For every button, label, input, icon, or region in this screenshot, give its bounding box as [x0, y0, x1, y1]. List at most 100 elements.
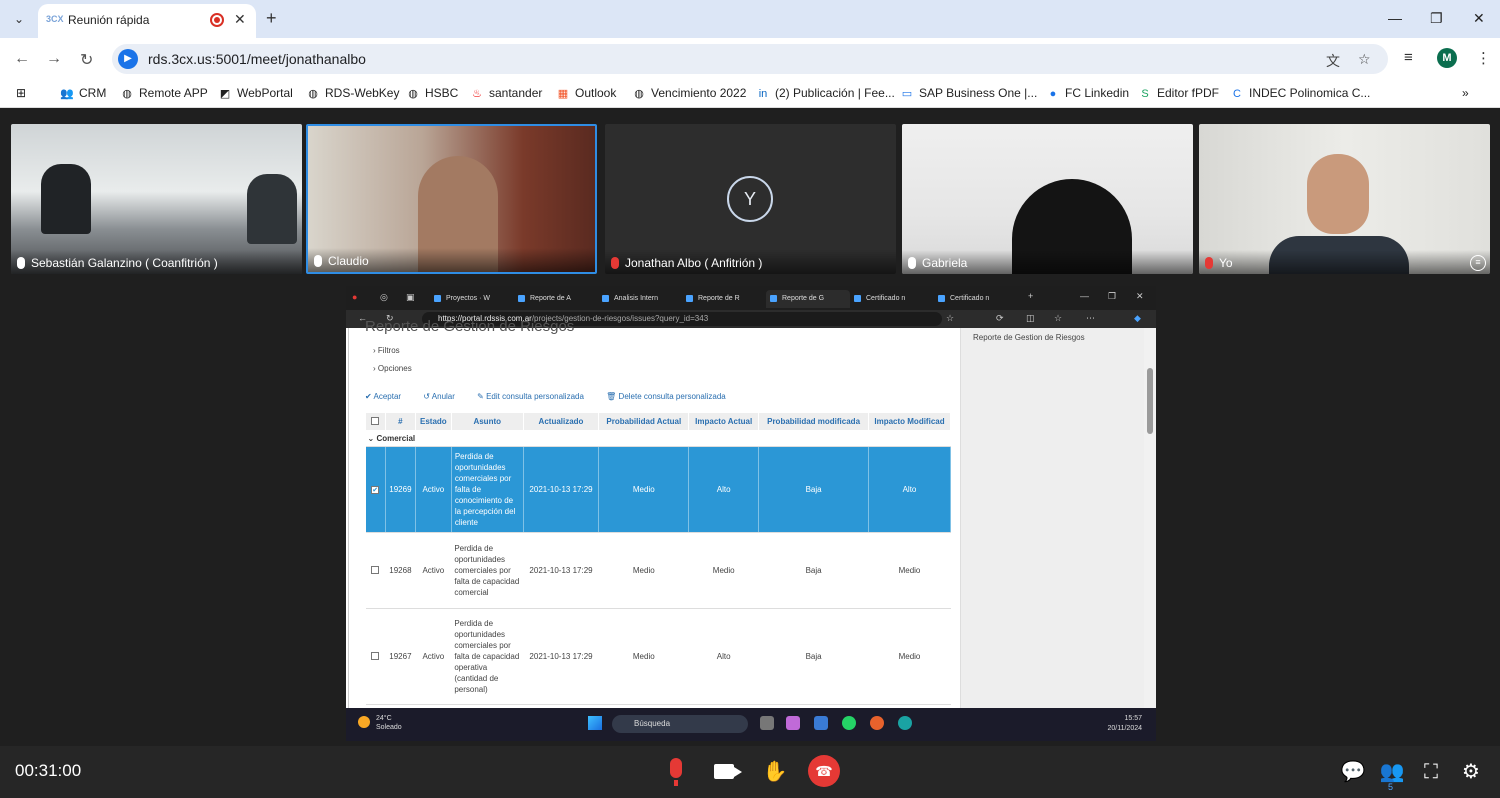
participant-tile-claudio[interactable]: Claudio [306, 124, 597, 274]
bookmark-editor-fpdf[interactable]: S Editor fPDF [1138, 86, 1219, 100]
row-checkbox: ✔ [365, 446, 386, 533]
close-window-icon[interactable]: ✕ [1473, 10, 1485, 27]
settings-gear-icon[interactable]: ⚙ [1456, 757, 1486, 787]
browser-tab-active[interactable]: 3CX Reunión rápida ✕ [38, 4, 256, 38]
webportal-icon: ◩ [219, 88, 231, 100]
close-tab-icon[interactable]: ✕ [234, 11, 246, 28]
participant-name: Sebastián Galanzino ( Coanfitrión ) [31, 256, 218, 270]
camera-site-icon[interactable]: ▶ [118, 49, 138, 69]
fullscreen-icon[interactable]: ⛶ [1416, 757, 1446, 787]
bookmark-hsbc[interactable]: ◍ HSBC [406, 86, 458, 100]
raise-hand-icon[interactable]: ✋ [760, 757, 790, 787]
globe-icon: ◍ [634, 88, 644, 100]
new-tab-icon[interactable]: + [266, 8, 277, 29]
issue-prob-actual: Medio [598, 532, 689, 609]
tab-actions-icon: ▣ [406, 292, 415, 302]
edge-tab: Certificado n [934, 290, 1018, 308]
copilot-icon: ◆ [1134, 313, 1141, 323]
meeting-controls: 00:31:00 ✋ ☎ 💬 👥 5 ⛶ ⚙ [0, 746, 1500, 798]
table-row: 19268 Activo Perdida de oportunidades co… [365, 532, 951, 609]
restore-icon[interactable]: ❐ [1430, 10, 1443, 27]
column-header: Probabilidad modificada [758, 412, 869, 431]
whatsapp-icon [842, 716, 856, 730]
tab-search-chevron-icon[interactable]: ⌄ [8, 8, 30, 30]
person-silhouette [41, 164, 91, 234]
bookmark-vencimiento[interactable]: ◍ Vencimiento 2022 [632, 86, 746, 100]
issue-impact-actual: Medio [688, 532, 759, 609]
workspaces-icon: ◎ [380, 292, 388, 302]
translate-icon[interactable]: 文 [1326, 51, 1340, 71]
mute-mic-icon[interactable] [670, 758, 682, 786]
table-header: # Estado Asunto Actualizado Probabilidad… [365, 412, 951, 431]
edge-profile-icon: ● [352, 292, 358, 302]
media-control-icon[interactable]: ≡ [1404, 49, 1413, 66]
apps-grid-icon[interactable]: ⊞ [16, 86, 26, 100]
scrollbar-thumb [1147, 368, 1153, 434]
indec-icon: C [1233, 88, 1241, 100]
camera-icon[interactable] [714, 764, 742, 779]
column-header: Impacto Actual [688, 412, 760, 431]
participant-tile-sebastian[interactable]: Sebastián Galanzino ( Coanfitrión ) [11, 124, 302, 274]
bookmark-rds-webkey[interactable]: ◍ RDS-WebKey [306, 86, 399, 100]
meeting-timer: 00:31:00 [15, 761, 82, 780]
edge-tab: Reporte de A [514, 290, 598, 308]
issue-prob-mod: Baja [758, 446, 869, 533]
bookmark-indec[interactable]: C INDEC Polinomica C... [1230, 86, 1370, 100]
options-toggle: › Opciones [373, 364, 412, 373]
taskview-icon [760, 716, 774, 730]
linkedin-icon: ● [1049, 88, 1057, 100]
bookmark-publicacion[interactable]: in (2) Publicación | Fee... [756, 86, 895, 100]
bookmark-webportal[interactable]: ◩ WebPortal [218, 86, 293, 100]
participant-tile-yo[interactable]: Yo ≡ [1199, 124, 1490, 274]
bookmark-remote-app[interactable]: ◍ Remote APP [120, 86, 208, 100]
chat-icon[interactable]: 💬 [1338, 757, 1368, 787]
filters-toggle: › Filtros [373, 346, 400, 355]
address-bar[interactable]: ▶ rds.3cx.us:5001/meet/jonathanalbo 文 ☆ [112, 44, 1388, 74]
bookmark-star-icon[interactable]: ☆ [1358, 51, 1371, 68]
more-bookmarks-icon[interactable]: » [1462, 86, 1469, 100]
issue-impact-mod: Medio [868, 532, 951, 609]
sap-icon: ▭ [901, 88, 913, 100]
issue-status: Activo [415, 532, 452, 609]
mic-icon [314, 255, 322, 267]
browser-toolbar: ← → ↻ ▶ rds.3cx.us:5001/meet/jonathanalb… [0, 38, 1500, 80]
apply-link: ✔ Aceptar [365, 392, 402, 401]
hangup-button[interactable]: ☎ [808, 755, 840, 787]
edge-restore-icon: ❐ [1108, 291, 1117, 301]
edge-collections-icon: ☆ [1054, 313, 1063, 323]
back-icon[interactable]: ← [14, 50, 30, 68]
issue-id: 19268 [385, 532, 416, 609]
participant-tile-gabriela[interactable]: Gabriela [902, 124, 1193, 274]
mic-icon [17, 257, 25, 269]
participant-tile-jonathan[interactable]: Y Jonathan Albo ( Anfitrión ) [605, 124, 896, 274]
url-text[interactable]: rds.3cx.us:5001/meet/jonathanalbo [148, 51, 366, 67]
mic-muted-icon [611, 257, 619, 269]
edge-close-icon: ✕ [1136, 291, 1144, 301]
tab-title: Reunión rápida [68, 13, 150, 27]
issue-status: Activo [415, 446, 452, 533]
forward-icon[interactable]: → [46, 50, 62, 68]
3cx-app-icon [814, 716, 828, 730]
taskbar-search: Búsqueda [612, 715, 748, 733]
people-icon: 👥 [60, 88, 74, 100]
bookmark-fc-linkedin[interactable]: ● FC Linkedin [1046, 86, 1129, 100]
profile-avatar[interactable]: M [1437, 48, 1457, 68]
bookmark-sap[interactable]: ▭ SAP Business One |... [900, 86, 1038, 100]
column-header: # [384, 412, 416, 431]
bookmark-santander[interactable]: ♨ santander [470, 86, 542, 100]
page-heading: Reporte de Gestion de Riesgos [365, 318, 575, 335]
bookmarks-bar: ⊞ 👥 CRM ◍ Remote APP ◩ WebPortal ◍ RDS-WebKe… [0, 80, 1500, 108]
reload-icon[interactable]: ↻ [80, 50, 93, 70]
menu-kebab-icon[interactable]: ⋮ [1476, 49, 1491, 67]
column-header: Probabilidad Actual [598, 412, 690, 431]
issue-updated: 2021-10-13 17:29 [523, 532, 599, 609]
minimize-icon[interactable]: — [1388, 10, 1402, 26]
participants-count: 5 [1388, 782, 1394, 792]
column-header: Actualizado [522, 412, 600, 431]
bookmark-crm[interactable]: 👥 CRM [60, 86, 106, 100]
windows-icon: ▦ [557, 88, 569, 100]
bookmark-outlook[interactable]: ▦ Outlook [556, 86, 617, 100]
participant-menu-icon[interactable]: ≡ [1470, 255, 1486, 271]
linkedin-icon: in [758, 88, 768, 100]
table-row: ✔ 19269 Activo Perdida de oportunidades … [365, 446, 951, 533]
